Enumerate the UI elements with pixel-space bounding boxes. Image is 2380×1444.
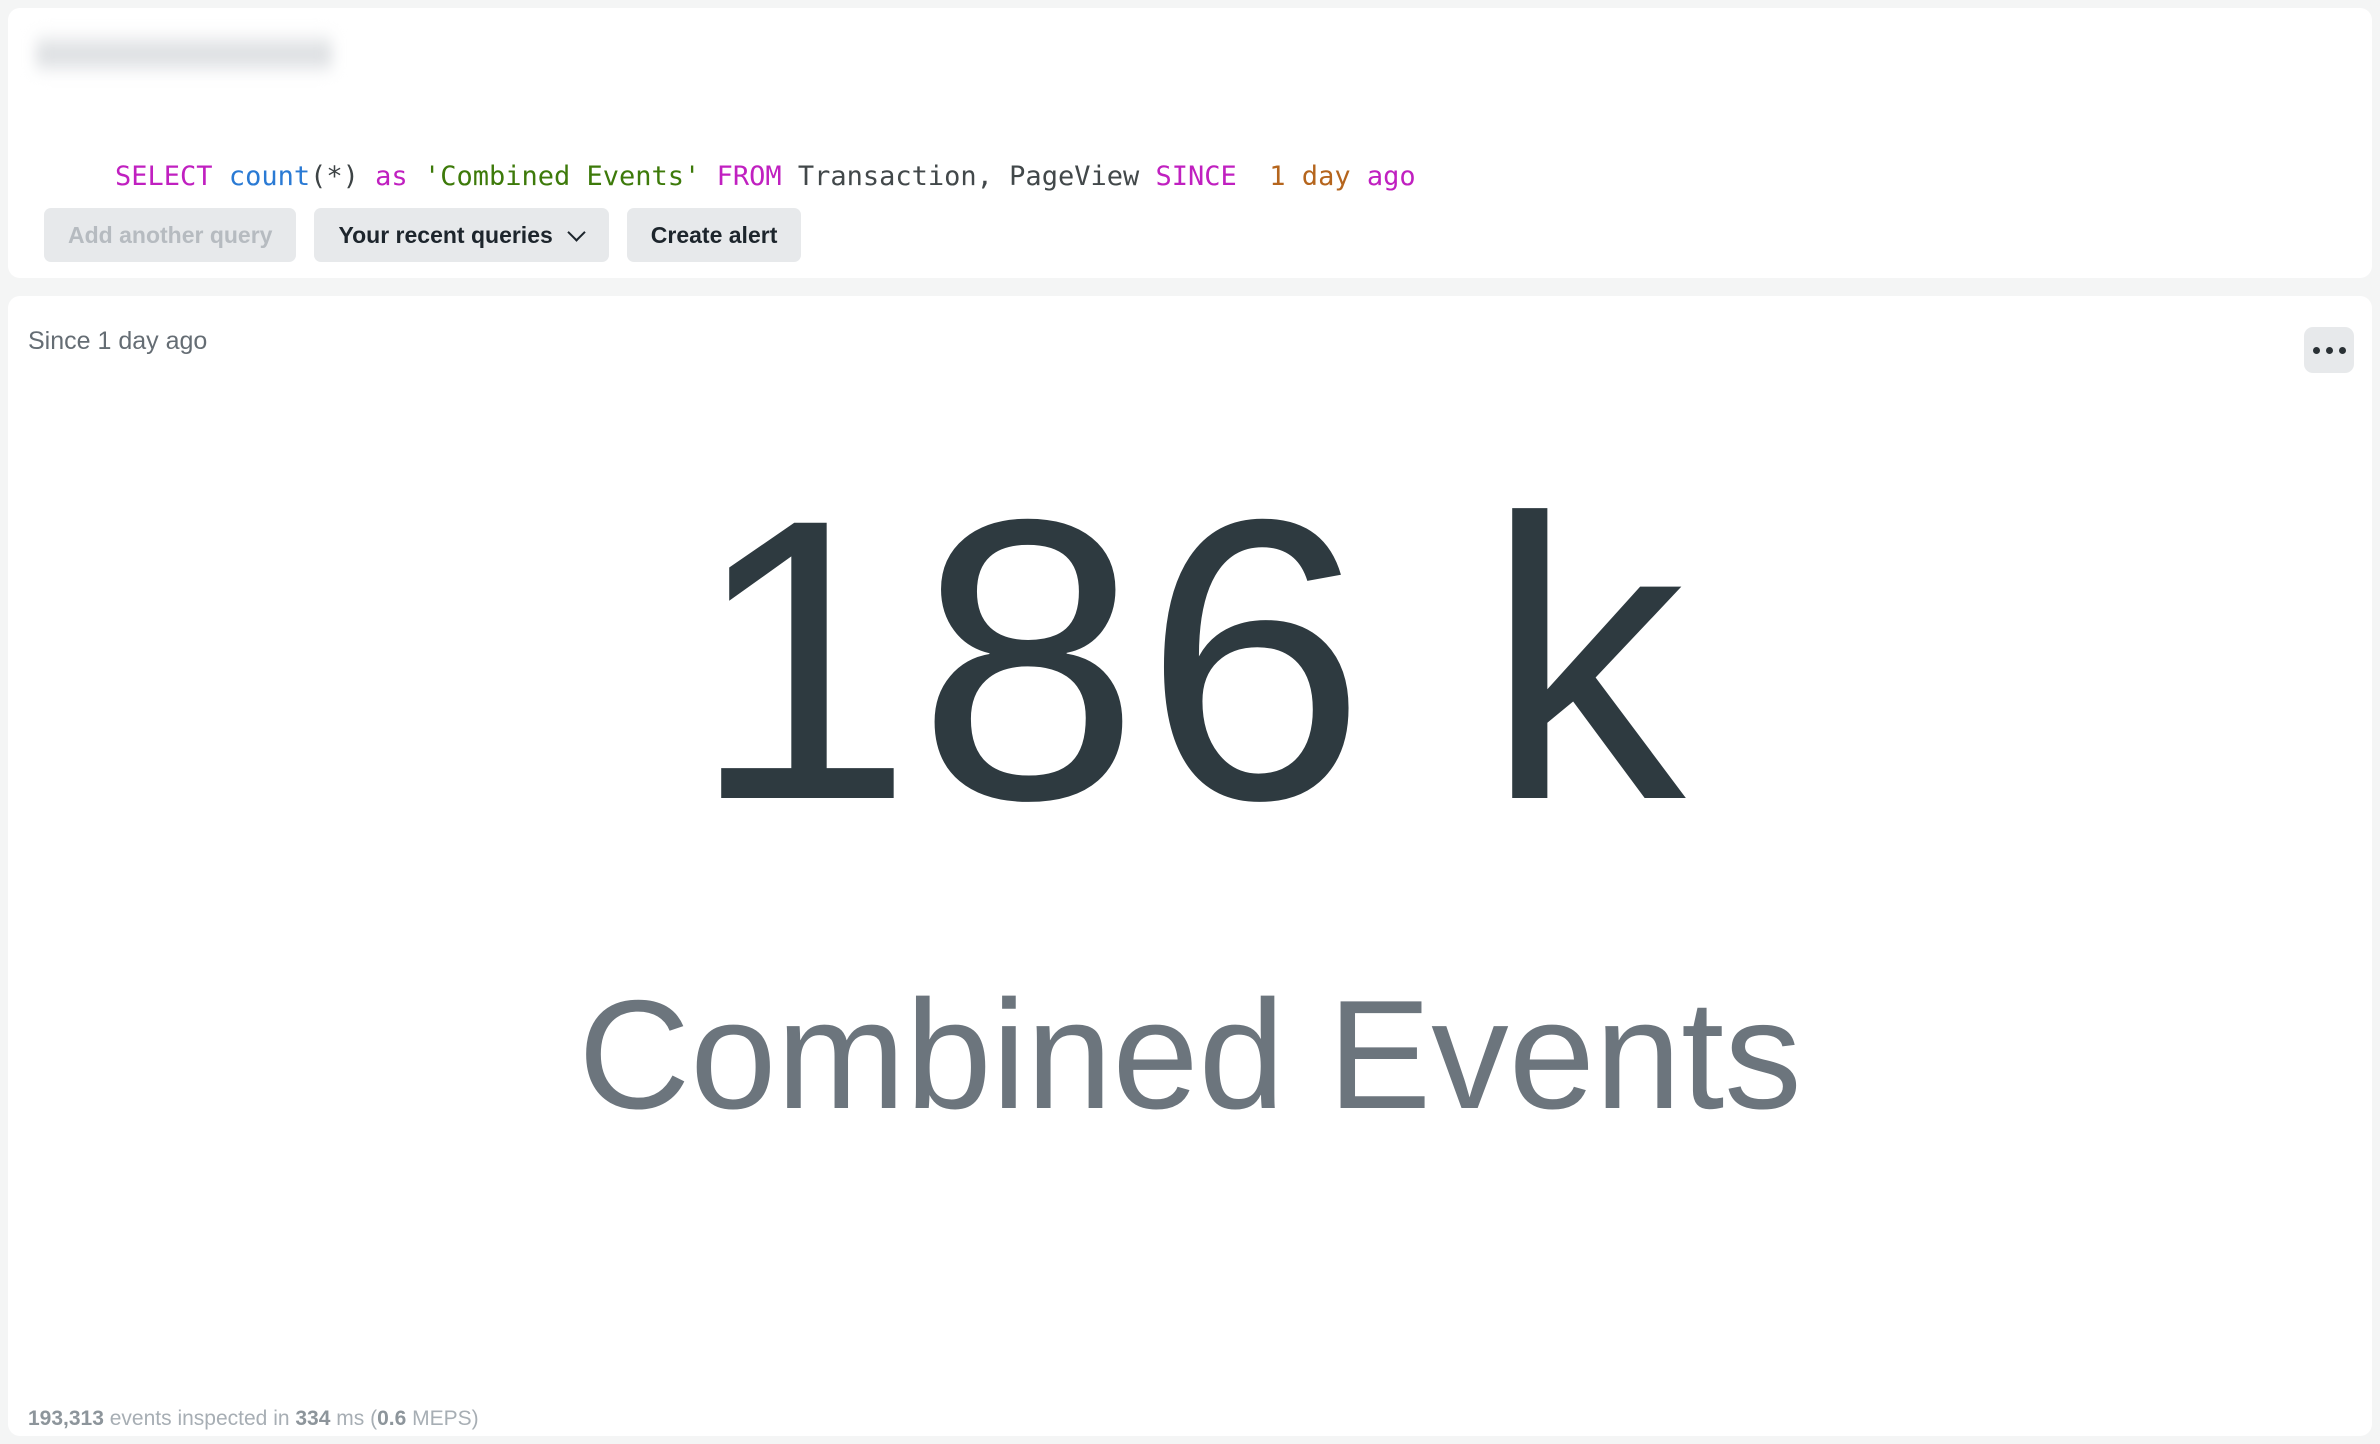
query-actions-toolbar: Add another query Your recent queries Cr…: [44, 208, 802, 262]
query-token-star-parens: (*): [310, 161, 359, 192]
chevron-down-icon: [569, 224, 585, 240]
query-stats-footer: 193,313 events inspected in 334 ms (0.6 …: [28, 1407, 479, 1431]
ellipsis-icon-dot-2: [2325, 346, 2333, 354]
query-token-event-types: Transaction, PageView: [797, 161, 1140, 192]
ellipsis-icon-dot-3: [2338, 346, 2346, 354]
ellipsis-icon-dot-1: [2312, 346, 2320, 354]
query-token-select: SELECT: [115, 161, 213, 192]
query-token-one-day: 1 day: [1269, 161, 1351, 192]
query-token-space-6: [1139, 161, 1155, 192]
events-inspected-text: events inspected in: [103, 1407, 296, 1430]
query-token-space-2: [359, 161, 375, 192]
recent-queries-button[interactable]: Your recent queries: [314, 208, 609, 262]
query-token-space-8: [1351, 161, 1367, 192]
query-token-space-5: [782, 161, 798, 192]
query-token-since: SINCE: [1155, 161, 1237, 192]
query-token-space-4: [700, 161, 716, 192]
query-editor-card: SELECT count(*) as 'Combined Events' FRO…: [8, 8, 2372, 278]
add-another-query-label: Add another query: [68, 221, 273, 248]
result-card: [8, 296, 2372, 1436]
create-alert-label: Create alert: [650, 221, 778, 248]
add-another-query-button[interactable]: Add another query: [44, 208, 297, 262]
create-alert-button[interactable]: Create alert: [626, 208, 802, 262]
query-token-count: count: [228, 161, 311, 192]
events-inspected-count: 193,313: [28, 1407, 104, 1430]
query-duration-unit: ms (: [330, 1407, 378, 1430]
query-token-ago: ago: [1366, 161, 1416, 192]
query-duration-value: 334: [295, 1407, 331, 1430]
query-token-from: FROM: [716, 161, 782, 192]
recent-queries-label: Your recent queries: [338, 221, 553, 248]
meps-value: 0.6: [377, 1407, 407, 1430]
more-options-button[interactable]: [2304, 327, 2354, 373]
query-token-alias-string: 'Combined Events': [423, 161, 701, 192]
query-token-space-1: [213, 161, 229, 192]
query-token-space-7: [1237, 161, 1270, 192]
breadcrumb-redacted: [36, 30, 332, 76]
query-token-space-3: [408, 161, 424, 192]
query-token-as: as: [375, 161, 408, 192]
time-range-label: Since 1 day ago: [28, 327, 208, 355]
meps-unit: MEPS): [406, 1407, 479, 1430]
